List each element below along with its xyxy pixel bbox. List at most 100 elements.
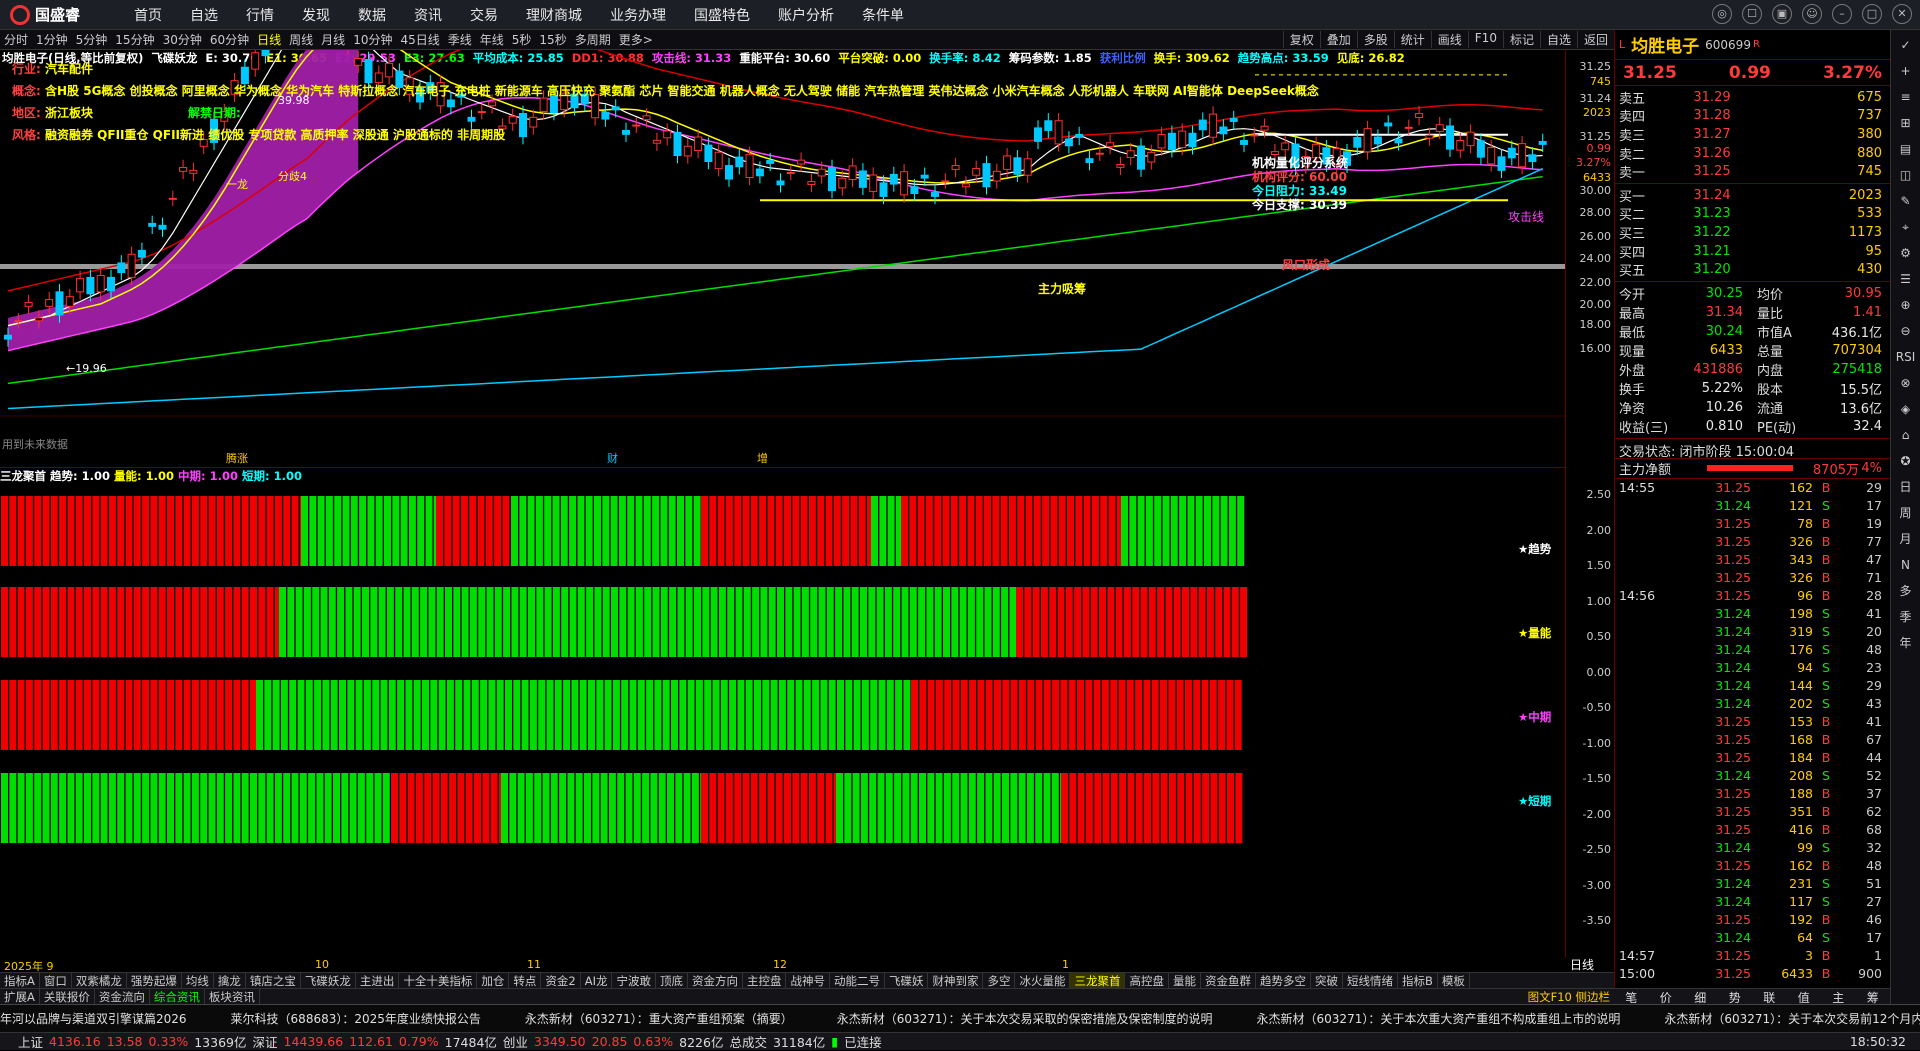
period-12[interactable]: 年线 (476, 31, 508, 48)
side-tool-0-icon[interactable]: ✓ (1895, 34, 1917, 56)
period-14[interactable]: 15秒 (535, 31, 570, 48)
tick-list[interactable]: 14:55 31.25 162 B 29 31.24 121 S 17 31.25 78 B 19 31.… (1615, 479, 1890, 983)
side-tool-2-icon[interactable]: ≡ (1895, 86, 1917, 108)
side-tool-3-icon[interactable]: ⊞ (1895, 112, 1917, 134)
indicator-tab-31[interactable]: 指标B (1398, 973, 1438, 988)
indicator-tab-27[interactable]: 资金鱼群 (1201, 973, 1256, 988)
indicator-tab-10[interactable]: 加仓 (477, 973, 510, 988)
kline-chart[interactable]: 均胜电子(日线,等比前复权) 飞碟妖龙 E: 30.76 E1: 30.65 E2: 2… (0, 50, 1565, 468)
event-mark-1[interactable]: 腾涨 (226, 450, 248, 466)
indicator-tab-11[interactable]: 转点 (509, 973, 542, 988)
news-item-2[interactable]: 永杰新材（603271）：重大资产重组预案（摘要） (525, 1012, 793, 1026)
message-icon[interactable]: ◎ (1712, 4, 1732, 24)
tool-6[interactable]: 标记 (1502, 31, 1540, 48)
period-4[interactable]: 30分钟 (159, 31, 206, 48)
indicator-tab-7[interactable]: 飞碟妖龙 (301, 973, 356, 988)
f10-sidebar-link[interactable]: 图文F10 侧边栏 (1524, 989, 1614, 1005)
period-7[interactable]: 周线 (285, 31, 317, 48)
side-tool-5-icon[interactable]: ◫ (1895, 164, 1917, 186)
side-tool-22-icon[interactable]: 季 (1895, 606, 1917, 628)
info-tab-3[interactable]: 综合资讯 (150, 988, 205, 1005)
period-6[interactable]: 日线 (253, 31, 285, 48)
side-tool-9-icon[interactable]: ☰ (1895, 268, 1917, 290)
skin-icon[interactable]: ☐ (1742, 4, 1762, 24)
indicator-tab-14[interactable]: 宁波敢 (612, 973, 656, 988)
side-tool-23-icon[interactable]: 年 (1895, 632, 1917, 654)
side-tool-20-icon[interactable]: N (1895, 554, 1917, 576)
panel-tab-1[interactable]: 价 (1660, 989, 1672, 1005)
tool-1[interactable]: 叠加 (1319, 31, 1357, 48)
side-tool-8-icon[interactable]: ⚙ (1895, 242, 1917, 264)
indicator-tab-26[interactable]: 量能 (1169, 973, 1201, 988)
indicator-tab-23[interactable]: 冰火量能 (1015, 973, 1071, 988)
menu-item-3[interactable]: 发现 (288, 5, 344, 25)
indicator-subchart[interactable]: 三龙聚首 趋势: 1.00 量能: 1.00 中期: 1.00 短期: 1.00… (0, 468, 1565, 958)
indicator-tab-15[interactable]: 顶底 (656, 973, 688, 988)
side-tool-14-icon[interactable]: ◈ (1895, 398, 1917, 420)
menu-item-4[interactable]: 数据 (344, 5, 400, 25)
indicator-tab-2[interactable]: 双紫橘龙 (72, 973, 127, 988)
panel-tab-3[interactable]: 势 (1729, 989, 1741, 1005)
period-15[interactable]: 多周期 (571, 31, 615, 48)
event-mark-2[interactable]: 财 (607, 450, 618, 466)
info-tab-1[interactable]: 关联报价 (40, 988, 95, 1005)
user-icon[interactable]: ☺ (1802, 4, 1822, 24)
period-11[interactable]: 季线 (444, 31, 476, 48)
side-tool-12-icon[interactable]: RSI (1895, 346, 1917, 368)
indicator-tab-21[interactable]: 财神到家 (928, 973, 984, 988)
indicator-tab-0[interactable]: 指标A (0, 973, 40, 988)
close-icon[interactable]: ✕ (1892, 4, 1912, 24)
event-mark-3[interactable]: 增 (757, 450, 768, 466)
tool-3[interactable]: 统计 (1393, 31, 1431, 48)
indicator-tab-16[interactable]: 资金方向 (688, 973, 743, 988)
menu-item-5[interactable]: 资讯 (400, 5, 456, 25)
period-2[interactable]: 5分钟 (72, 31, 112, 48)
side-tool-7-icon[interactable]: ⌖ (1895, 216, 1917, 238)
side-tool-15-icon[interactable]: ⌂ (1895, 424, 1917, 446)
info-tab-2[interactable]: 资金流向 (95, 988, 150, 1005)
indicator-tab-9[interactable]: 十全十美指标 (399, 973, 478, 988)
sh-label[interactable]: 上证 (18, 1032, 43, 1051)
tool-5[interactable]: F10 (1467, 31, 1503, 48)
indicator-tab-6[interactable]: 镇店之宝 (246, 973, 301, 988)
indicator-tab-8[interactable]: 主进出 (356, 973, 400, 988)
period-16[interactable]: 更多> (615, 31, 657, 48)
news-item-1[interactable]: 莱尔科技（688683）：2025年度业绩快报公告 (231, 1012, 481, 1026)
news-item-0[interactable]: 年河以品牌与渠道双引擎谋篇2026 (0, 1012, 187, 1026)
side-tool-13-icon[interactable]: ⊗ (1895, 372, 1917, 394)
period-1[interactable]: 1分钟 (32, 31, 72, 48)
period-13[interactable]: 5秒 (508, 31, 536, 48)
indicator-tab-25[interactable]: 高控盘 (1125, 973, 1169, 988)
period-5[interactable]: 60分钟 (206, 31, 253, 48)
period-8[interactable]: 月线 (317, 31, 349, 48)
news-item-3[interactable]: 永杰新材（603271）：关于本次交易采取的保密措施及保密制度的说明 (837, 1012, 1213, 1026)
panel-tab-0[interactable]: 笔 (1625, 989, 1637, 1005)
tool-4[interactable]: 画线 (1430, 31, 1468, 48)
tool-7[interactable]: 自选 (1539, 31, 1577, 48)
menu-item-2[interactable]: 行情 (232, 5, 288, 25)
panel-tab-2[interactable]: 细 (1694, 989, 1706, 1005)
side-tool-6-icon[interactable]: ✎ (1895, 190, 1917, 212)
cy-label[interactable]: 创业 (503, 1032, 528, 1051)
menu-item-7[interactable]: 理财商城 (512, 5, 596, 25)
side-tool-11-icon[interactable]: ⊖ (1895, 320, 1917, 342)
menu-item-1[interactable]: 自选 (176, 5, 232, 25)
side-tool-18-icon[interactable]: 周 (1895, 502, 1917, 524)
indicator-tab-32[interactable]: 模板 (1438, 973, 1470, 988)
panel-tab-6[interactable]: 主 (1832, 989, 1844, 1005)
menu-item-0[interactable]: 首页 (120, 5, 176, 25)
minimize-icon[interactable]: – (1832, 4, 1852, 24)
panel-tab-5[interactable]: 值 (1798, 989, 1810, 1005)
menu-item-6[interactable]: 交易 (456, 5, 512, 25)
side-tool-4-icon[interactable]: ▤ (1895, 138, 1917, 160)
indicator-tab-30[interactable]: 短线情绪 (1343, 973, 1398, 988)
indicator-tab-5[interactable]: 擒龙 (214, 973, 246, 988)
maximize-icon[interactable]: □ (1862, 4, 1882, 24)
period-10[interactable]: 45日线 (396, 31, 443, 48)
stock-name[interactable]: 均胜电子 (1631, 32, 1699, 57)
menu-item-8[interactable]: 业务办理 (596, 5, 680, 25)
side-tool-10-icon[interactable]: ⊕ (1895, 294, 1917, 316)
indicator-tab-28[interactable]: 趋势多空 (1256, 973, 1311, 988)
period-3[interactable]: 15分钟 (111, 31, 158, 48)
menu-item-9[interactable]: 国盛特色 (680, 5, 764, 25)
